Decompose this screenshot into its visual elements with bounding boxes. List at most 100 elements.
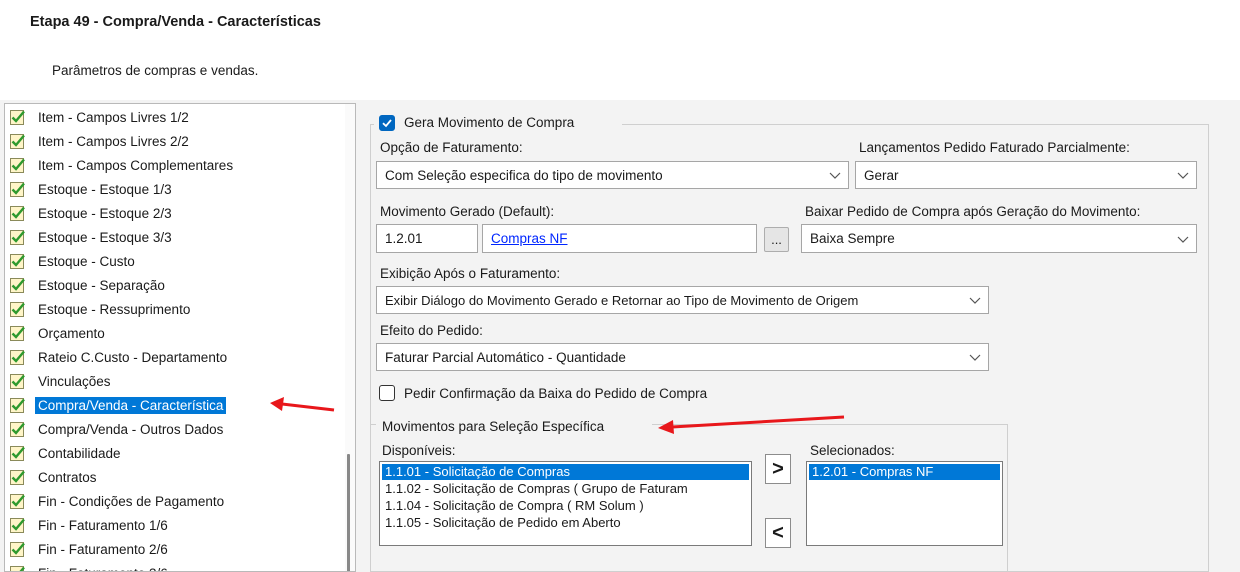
check-doc-icon: [10, 541, 25, 557]
chevron-down-icon: [969, 297, 981, 304]
check-doc-icon: [10, 109, 25, 125]
steps-tree[interactable]: Item - Campos Livres 1/2 Item - Campos Li…: [4, 103, 356, 572]
exibicao-value: Exibir Diálogo do Movimento Gerado e Ret…: [385, 292, 859, 308]
gera-movimento-label: Gera Movimento de Compra: [404, 115, 575, 130]
annotation-arrow-icon: [270, 397, 335, 412]
tree-item-label: Estoque - Estoque 2/3: [38, 205, 172, 221]
baixar-pedido-value: Baixa Sempre: [810, 231, 895, 246]
tree-item-label: Fin - Faturamento 2/6: [38, 541, 168, 557]
browse-movimento-button[interactable]: ...: [764, 227, 789, 252]
disponiveis-list[interactable]: 1.1.01 - Solicitação de Compras 1.1.02 - …: [379, 461, 752, 546]
check-doc-icon: [10, 397, 25, 413]
chevron-down-icon: [1177, 236, 1189, 243]
chevron-down-icon: [969, 354, 981, 361]
check-doc-icon: [10, 565, 25, 571]
tree-item[interactable]: Compra/Venda - Característica: [9, 394, 227, 416]
tree-item[interactable]: Estoque - Estoque 2/3: [9, 202, 175, 224]
check-doc-icon: [10, 277, 25, 293]
disponiveis-label: Disponíveis:: [382, 443, 456, 458]
tree-item-label: Contabilidade: [38, 445, 121, 461]
check-doc-icon: [10, 373, 25, 389]
check-doc-icon: [10, 133, 25, 149]
baixar-pedido-label: Baixar Pedido de Compra após Geração do …: [805, 204, 1141, 219]
check-doc-icon: [10, 325, 25, 341]
list-item[interactable]: 1.1.04 - Solicitação de Compra ( RM Solu…: [382, 498, 749, 514]
tree-item[interactable]: Fin - Faturamento 1/6: [9, 514, 171, 536]
add-movement-button[interactable]: >: [765, 454, 791, 484]
tree-item[interactable]: Fin - Condições de Pagamento: [9, 490, 227, 512]
selecao-group-label: Movimentos para Seleção Específica: [382, 419, 605, 434]
list-item[interactable]: 1.1.05 - Solicitação de Pedido em Aberto: [382, 515, 749, 531]
remove-movement-button[interactable]: <: [765, 518, 791, 548]
list-item[interactable]: 1.1.02 - Solicitação de Compras ( Grupo …: [382, 481, 749, 497]
check-doc-icon: [10, 157, 25, 173]
baixar-pedido-select[interactable]: Baixa Sempre: [801, 224, 1197, 253]
check-doc-icon: [10, 229, 25, 245]
tree-item-label: Vinculações: [38, 373, 111, 389]
tree-item[interactable]: Item - Campos Livres 1/2: [9, 106, 192, 128]
pedir-confirmacao-checkbox[interactable]: [379, 385, 395, 401]
check-doc-icon: [10, 253, 25, 269]
movimento-gerado-name-field: Compras NF: [482, 224, 757, 253]
lancamentos-label: Lançamentos Pedido Faturado Parcialmente…: [859, 140, 1130, 155]
tree-item[interactable]: Estoque - Estoque 1/3: [9, 178, 175, 200]
page-subtitle: Parâmetros de compras e vendas.: [52, 63, 259, 78]
tree-item[interactable]: Contratos: [9, 466, 100, 488]
tree-item[interactable]: Fin - Faturamento 3/6: [9, 562, 171, 571]
tree-item-label: Item - Campos Livres 1/2: [38, 109, 189, 125]
tree-item[interactable]: Estoque - Ressuprimento: [9, 298, 193, 320]
list-item[interactable]: 1.2.01 - Compras NF: [809, 464, 1000, 480]
tree-item[interactable]: Estoque - Custo: [9, 250, 138, 272]
list-item[interactable]: 1.1.01 - Solicitação de Compras: [382, 464, 749, 480]
check-doc-icon: [10, 301, 25, 317]
tree-item-label: Fin - Faturamento 1/6: [38, 517, 168, 533]
tree-item[interactable]: Rateio C.Custo - Departamento: [9, 346, 230, 368]
annotation-arrow-icon: [658, 415, 845, 434]
selecionados-label: Selecionados:: [810, 443, 895, 458]
gera-movimento-checkbox[interactable]: [379, 115, 395, 131]
tree-item-label: Fin - Condições de Pagamento: [38, 493, 225, 509]
tree-item[interactable]: Estoque - Separação: [9, 274, 168, 296]
movimento-gerado-link[interactable]: Compras NF: [491, 231, 568, 246]
tree-item-label: Compra/Venda - Outros Dados: [38, 421, 224, 437]
tree-item[interactable]: Orçamento: [9, 322, 108, 344]
tree-item[interactable]: Estoque - Estoque 3/3: [9, 226, 175, 248]
tree-item[interactable]: Item - Campos Complementares: [9, 154, 236, 176]
movimento-gerado-label: Movimento Gerado (Default):: [380, 204, 555, 219]
check-doc-icon: [10, 445, 25, 461]
check-icon: [382, 119, 392, 128]
check-doc-icon: [10, 349, 25, 365]
check-doc-icon: [10, 421, 25, 437]
opcao-faturamento-select[interactable]: Com Seleção especifica do tipo de movime…: [376, 161, 849, 189]
efeito-label: Efeito do Pedido:: [380, 323, 483, 338]
tree-item-label: Estoque - Ressuprimento: [38, 301, 191, 317]
check-doc-icon: [10, 205, 25, 221]
tree-item-label: Contratos: [38, 469, 97, 485]
exibicao-select[interactable]: Exibir Diálogo do Movimento Gerado e Ret…: [376, 286, 989, 314]
tree-scroll-thumb[interactable]: [347, 454, 350, 571]
tree-item-label: Item - Campos Complementares: [38, 157, 234, 173]
opcao-faturamento-label: Opção de Faturamento:: [380, 140, 523, 155]
tree-item[interactable]: Item - Campos Livres 2/2: [9, 130, 192, 152]
tree-item[interactable]: Compra/Venda - Outros Dados: [9, 418, 226, 440]
pedir-confirmacao-label: Pedir Confirmação da Baixa do Pedido de …: [404, 386, 708, 401]
tree-item-label: Estoque - Estoque 3/3: [38, 229, 172, 245]
check-doc-icon: [10, 517, 25, 533]
tree-item[interactable]: Fin - Faturamento 2/6: [9, 538, 171, 560]
opcao-faturamento-value: Com Seleção especifica do tipo de movime…: [385, 167, 663, 183]
selecionados-list[interactable]: 1.2.01 - Compras NF: [806, 461, 1003, 546]
tree-item[interactable]: Vinculações: [9, 370, 114, 392]
tree-item-label: Item - Campos Livres 2/2: [38, 133, 189, 149]
lancamentos-select[interactable]: Gerar: [855, 161, 1197, 189]
check-doc-icon: [10, 469, 25, 485]
efeito-value: Faturar Parcial Automático - Quantidade: [385, 349, 626, 365]
tree-item-label: Estoque - Estoque 1/3: [38, 181, 172, 197]
chevron-down-icon: [829, 172, 841, 179]
movimento-gerado-code-input[interactable]: 1.2.01: [376, 224, 478, 253]
tree-item-label: Compra/Venda - Característica: [35, 396, 227, 414]
tree-item[interactable]: Contabilidade: [9, 442, 124, 464]
lancamentos-value: Gerar: [864, 167, 899, 183]
check-doc-icon: [10, 493, 25, 509]
check-doc-icon: [10, 181, 25, 197]
efeito-select[interactable]: Faturar Parcial Automático - Quantidade: [376, 343, 989, 371]
